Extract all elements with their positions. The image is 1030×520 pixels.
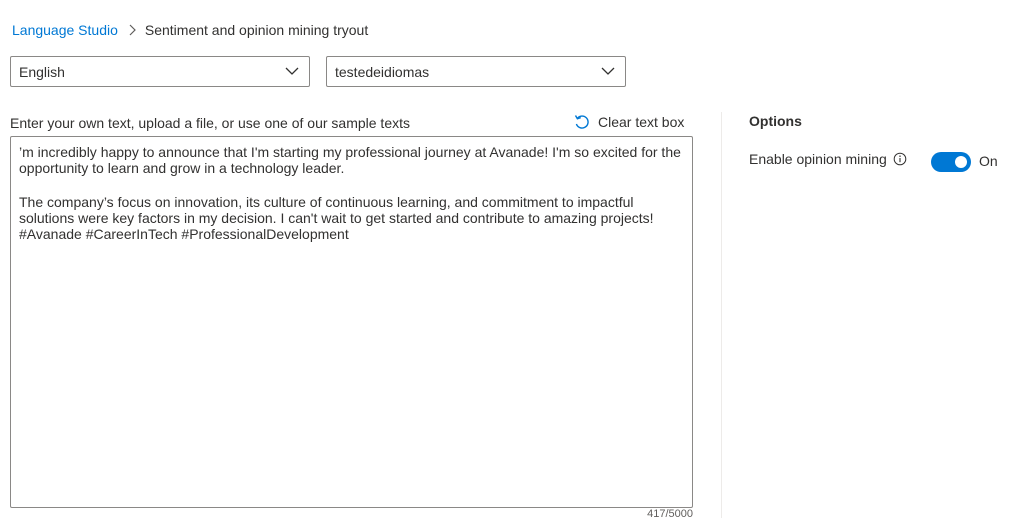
undo-icon: [573, 113, 591, 131]
opinion-mining-label: Enable opinion mining: [749, 151, 887, 167]
text-paragraph-2: The company’s focus on innovation, its c…: [19, 194, 654, 242]
chevron-down-icon: [601, 66, 615, 76]
text-input-area[interactable]: ’m incredibly happy to announce that I'm…: [10, 136, 693, 508]
selector-labels-clipped: [18, 34, 448, 50]
character-counter: 417/5000: [647, 508, 693, 520]
chevron-down-icon: [285, 66, 299, 76]
text-paragraph-1: ’m incredibly happy to announce that I'm…: [19, 144, 685, 176]
language-dropdown[interactable]: English: [10, 56, 310, 87]
language-dropdown-value: English: [19, 63, 65, 80]
panel-divider: [721, 112, 722, 518]
clear-text-box-button[interactable]: Clear text box: [573, 113, 684, 131]
project-dropdown[interactable]: testedeidiomas: [326, 56, 626, 87]
options-title: Options: [749, 113, 802, 129]
project-dropdown-value: testedeidiomas: [335, 63, 430, 80]
clear-text-box-label: Clear text box: [598, 114, 685, 130]
toggle-knob: [955, 156, 967, 168]
toggle-state-label: On: [979, 153, 998, 169]
input-instructions: Enter your own text, upload a file, or u…: [10, 115, 410, 131]
opinion-mining-toggle[interactable]: [931, 152, 971, 172]
opinion-mining-option: Enable opinion mining: [749, 151, 907, 167]
info-icon[interactable]: [893, 152, 907, 166]
